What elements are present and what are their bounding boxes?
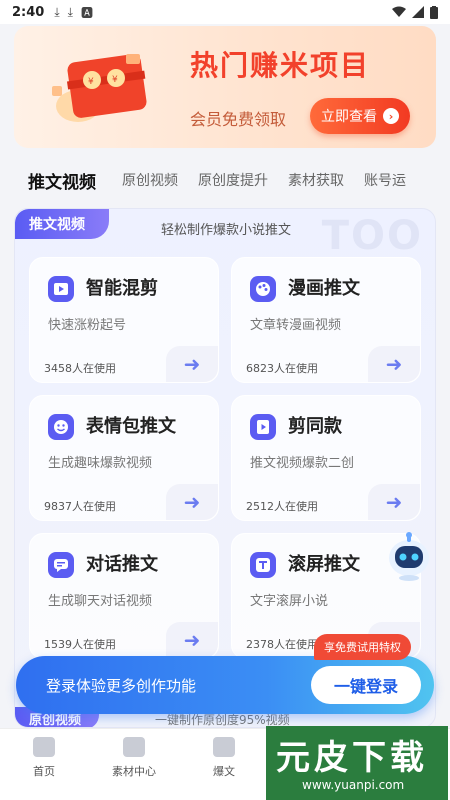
- tab-original-video[interactable]: 原创视频: [122, 170, 178, 190]
- card-users: 9837人在使用: [44, 500, 116, 513]
- status-bar: 2:40 ⤓ ⤓ 🅰: [0, 0, 450, 24]
- download-icon: ⤓: [67, 4, 73, 19]
- text-scroll-icon: [250, 552, 276, 578]
- nav-home[interactable]: 首页: [4, 737, 84, 779]
- chat-bubble-icon: [48, 552, 74, 578]
- card-title: 表情包推文: [86, 416, 176, 437]
- card-desc: 生成趣味爆款视频: [48, 456, 153, 471]
- svg-text:¥: ¥: [112, 75, 118, 85]
- card-comic-tuiwen[interactable]: 漫画推文 文章转漫画视频 6823人在使用 ➜: [231, 257, 421, 383]
- login-prompt-text: 登录体验更多创作功能: [46, 677, 197, 695]
- card-desc: 文字滚屏小说: [250, 594, 329, 609]
- card-title: 漫画推文: [288, 278, 360, 299]
- tv-icon: [213, 737, 235, 757]
- view-now-label: 立即查看: [321, 109, 377, 125]
- arrow-right-icon[interactable]: ➜: [368, 346, 420, 382]
- card-desc: 文章转漫画视频: [250, 318, 342, 333]
- card-title: 滚屏推文: [288, 554, 360, 575]
- view-now-button[interactable]: 立即查看 ›: [310, 98, 410, 134]
- signal-icon: [412, 6, 424, 18]
- category-tabs: 推文视频 原创视频 原创度提升 素材获取 账号运: [0, 160, 450, 200]
- download-icon: ⤓: [54, 4, 60, 19]
- card-users: 1539人在使用: [44, 638, 116, 651]
- red-envelope-gift-icon: ¥ ¥: [52, 54, 147, 122]
- card-smart-mix[interactable]: 智能混剪 快速涨粉起号 3458人在使用 ➜: [29, 257, 219, 383]
- svg-text:¥: ¥: [88, 77, 94, 87]
- nav-hot-articles[interactable]: 爆文: [184, 737, 264, 779]
- card-emoji-tuiwen[interactable]: 表情包推文 生成趣味爆款视频 9837人在使用 ➜: [29, 395, 219, 521]
- nav-label: 首页: [33, 765, 55, 778]
- card-title: 智能混剪: [86, 278, 158, 299]
- card-desc: 快速涨粉起号: [48, 318, 127, 333]
- promo-banner[interactable]: ¥ ¥ 热门赚米项目 会员免费领取 立即查看 ›: [14, 26, 436, 148]
- card-users: 3458人在使用: [44, 362, 116, 375]
- panel-watermark: TOO: [321, 213, 423, 259]
- video-clip-icon: [48, 276, 74, 302]
- card-title: 剪同款: [288, 416, 342, 437]
- card-desc: 生成聊天对话视频: [48, 594, 153, 609]
- home-icon: [33, 737, 55, 757]
- section-tag: 推文视频: [15, 209, 109, 239]
- card-dialogue-tuiwen[interactable]: 对话推文 生成聊天对话视频 1539人在使用 ➜: [29, 533, 219, 659]
- card-users: 6823人在使用: [246, 362, 318, 375]
- battery-icon: [430, 5, 438, 19]
- tab-originality-boost[interactable]: 原创度提升: [198, 170, 268, 190]
- arrow-right-icon[interactable]: ➜: [166, 346, 218, 382]
- tab-material-fetch[interactable]: 素材获取: [288, 170, 344, 190]
- nav-label: 爆文: [213, 765, 235, 778]
- site-watermark-logo: 元皮下载 www.yuanpi.com: [266, 726, 448, 800]
- card-users: 2512人在使用: [246, 500, 318, 513]
- banner-subtitle: 会员免费领取: [190, 110, 287, 129]
- nav-label: 素材中心: [112, 765, 156, 778]
- site-logo-url: www.yuanpi.com: [302, 778, 405, 792]
- tab-account-ops[interactable]: 账号运: [364, 170, 406, 190]
- emoji-face-icon: [48, 414, 74, 440]
- card-same-style-edit[interactable]: 剪同款 推文视频爆款二创 2512人在使用 ➜: [231, 395, 421, 521]
- one-click-login-button[interactable]: 一键登录: [311, 666, 421, 704]
- status-right: [392, 5, 438, 19]
- free-trial-badge: 享免费试用特权: [314, 634, 411, 660]
- tab-tuiwen-video[interactable]: 推文视频: [28, 168, 96, 193]
- chevron-right-icon: ›: [383, 108, 399, 124]
- arrow-right-icon[interactable]: ➜: [166, 484, 218, 520]
- card-users: 2378人在使用: [246, 638, 318, 651]
- arrow-right-icon[interactable]: ➜: [368, 484, 420, 520]
- banner-title: 热门赚米项目: [190, 49, 371, 82]
- card-title: 对话推文: [86, 554, 158, 575]
- status-time: 2:40: [12, 4, 45, 20]
- palette-icon: [250, 276, 276, 302]
- robot-assistant-icon[interactable]: [386, 532, 432, 582]
- folder-icon: [123, 737, 145, 757]
- card-desc: 推文视频爆款二创: [250, 456, 355, 471]
- login-prompt-bar[interactable]: 登录体验更多创作功能 一键登录: [16, 656, 434, 714]
- site-logo-text: 元皮下载: [276, 738, 428, 778]
- text-a-icon: 🅰: [80, 5, 93, 20]
- wifi-icon: [392, 6, 406, 17]
- arrow-right-icon[interactable]: ➜: [166, 622, 218, 658]
- nav-material-center[interactable]: 素材中心: [94, 737, 174, 779]
- film-play-icon: [250, 414, 276, 440]
- section-description: 轻松制作爆款小说推文: [161, 223, 292, 238]
